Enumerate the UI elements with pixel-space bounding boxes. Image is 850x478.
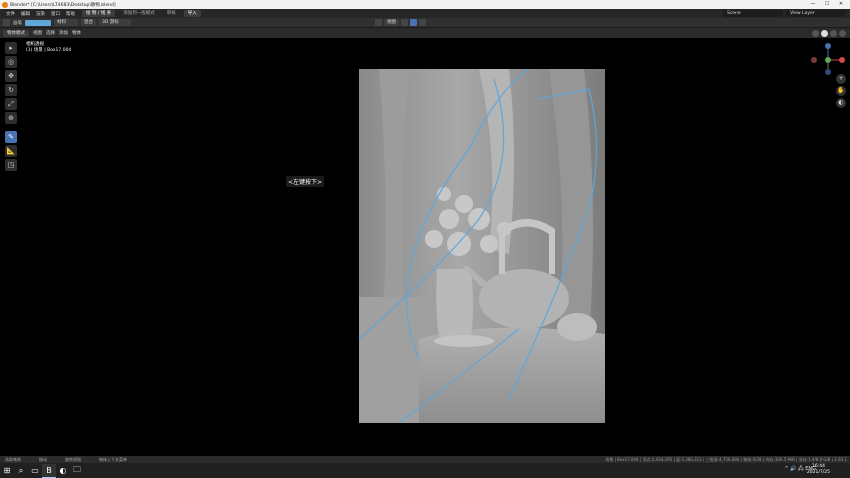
explorer-taskbar-icon[interactable]: 🗀 [70, 464, 84, 478]
transform-tool-icon[interactable]: ⊕ [5, 112, 17, 124]
window-controls: — ☐ ✕ [806, 0, 848, 9]
gizmo-y-axis-icon[interactable] [825, 57, 831, 63]
placement-dropdown[interactable]: 3D 游标 [99, 19, 131, 26]
zoom-icon[interactable]: + [836, 74, 846, 84]
menu-file[interactable]: 文件 [3, 11, 18, 17]
search-icon[interactable]: ⌕ [14, 464, 28, 478]
window-title: Blender* [C:\Users\LT4683\Desktop\静物.ble… [10, 2, 116, 8]
top-menubar: 文件 编辑 渲染 窗口 帮助 绘 制 / 线 条 添加到一般模式 审核 导入 S… [0, 9, 850, 18]
select-tool-icon[interactable]: ▸ [5, 42, 17, 54]
snap-icon[interactable] [401, 19, 408, 26]
tool-shelf: ▸ ◎ ✥ ↻ ⤢ ⊕ ✎ 📐 ◳ [5, 42, 17, 171]
scale-tool-icon[interactable]: ⤢ [5, 98, 17, 110]
scene-selectors: Scene View Layer [723, 10, 846, 17]
solid-shading-icon[interactable] [821, 29, 828, 37]
color-swatch[interactable] [25, 19, 51, 26]
clock-date: 2021/7/25 [806, 470, 830, 475]
proportional-edit-icon[interactable] [410, 19, 417, 26]
menu-object[interactable]: 物体 [72, 30, 81, 36]
blend-dropdown[interactable]: 混合 [81, 19, 96, 26]
menu-add[interactable]: 添加 [59, 30, 68, 36]
view-dropdown[interactable]: 视图 [384, 19, 399, 26]
maximize-button[interactable]: ☐ [820, 0, 834, 9]
3d-viewport[interactable]: 相机透视 (1) 场景 | Box17.004 ▸ ◎ ✥ ↻ ⤢ ⊕ ✎ 📐 … [0, 38, 850, 456]
close-button[interactable]: ✕ [834, 0, 848, 9]
status-bar: 选取笔刷 移动 旋转视图 物体上下文菜单 场景 | Box17.004 | 顶点… [0, 456, 850, 463]
pan-hand-icon[interactable]: ✋ [836, 86, 846, 96]
menu-help[interactable]: 帮助 [63, 11, 78, 17]
plate [434, 335, 494, 347]
vase [436, 269, 473, 337]
brush-label: 画笔 [13, 20, 22, 26]
window-titlebar: Blender* [C:\Users\LT4683\Desktop\静物.ble… [0, 0, 850, 9]
blender-taskbar-icon[interactable]: B [42, 463, 56, 478]
menu-edit[interactable]: 编辑 [18, 11, 33, 17]
gizmo-z-axis-icon[interactable] [825, 43, 831, 49]
menu-view[interactable]: 视图 [33, 30, 42, 36]
material-shading-icon[interactable] [830, 29, 837, 37]
material-dropdown[interactable]: 材料 [54, 19, 78, 26]
viewport-header: 物体模式 视图 选择 添加 物体 [0, 28, 850, 38]
workspace-tab-review[interactable]: 审核 [163, 10, 180, 17]
move-tool-icon[interactable]: ✥ [5, 70, 17, 82]
measure-tool-icon[interactable]: 📐 [5, 145, 17, 157]
tool-settings-bar: 画笔 材料 混合 3D 游标 视图 [0, 18, 850, 28]
menu-render[interactable]: 渲染 [33, 11, 48, 17]
gizmo-neg-x-icon[interactable] [811, 57, 817, 63]
gizmo-x-axis-icon[interactable] [839, 57, 845, 63]
object-mode-dropdown[interactable]: 物体模式 [3, 29, 29, 37]
status-hint-rotate: 旋转视图 [65, 456, 81, 462]
minimize-button[interactable]: — [806, 0, 820, 9]
status-hint-context: 物体上下文菜单 [99, 456, 127, 462]
taskbar-clock[interactable]: 16:44 2021/7/25 [807, 464, 830, 476]
blender-logo-icon [2, 1, 8, 8]
start-button-icon[interactable]: ⊞ [0, 464, 14, 478]
status-hint-move: 移动 [39, 456, 47, 462]
camera-object-label: (1) 场景 | Box17.004 [26, 48, 72, 53]
overlay-icon[interactable] [419, 19, 426, 26]
workspace-tab-import[interactable]: 导入 [183, 10, 201, 17]
cursor-tool-icon[interactable]: ◎ [5, 56, 17, 68]
viewport-nav-buttons: + ✋ ◐ [836, 74, 846, 108]
gizmo-neg-z-icon[interactable] [825, 69, 831, 75]
workspace-tab-add[interactable]: 添加到一般模式 [119, 10, 159, 17]
workspace-tab-draw[interactable]: 绘 制 / 线 条 [82, 10, 116, 17]
teapot-body [479, 269, 569, 329]
snapping-group: 视图 [375, 19, 426, 26]
camera-frame-still-life [359, 69, 605, 423]
menu-window[interactable]: 窗口 [48, 11, 63, 17]
camera-info: 相机透视 (1) 场景 | Box17.004 [26, 42, 71, 54]
menu-select[interactable]: 选择 [46, 30, 55, 36]
windows-taskbar: ⊞ ⌕ ▭ B ◐ 🗀 ^ 🔊 🖧 ENG 16:44 2021/7/25 [0, 463, 850, 478]
rendered-shading-icon[interactable] [839, 29, 846, 37]
camera-view-icon[interactable]: ◐ [836, 98, 846, 108]
add-cube-tool-icon[interactable]: ◳ [5, 159, 17, 171]
scene-field[interactable]: Scene [723, 10, 783, 17]
task-view-icon[interactable]: ▭ [28, 464, 42, 478]
view-layer-field[interactable]: View Layer [786, 10, 846, 17]
shading-modes [812, 29, 846, 37]
keypress-hint: <左键按下> [286, 176, 325, 187]
teapot-lid [557, 313, 597, 341]
wireframe-shading-icon[interactable] [812, 29, 819, 37]
browser-taskbar-icon[interactable]: ◐ [56, 464, 70, 478]
brush-icon[interactable] [3, 19, 10, 26]
pivot-icon[interactable] [375, 19, 382, 26]
annotate-tool-icon[interactable]: ✎ [5, 131, 17, 143]
rotate-tool-icon[interactable]: ↻ [5, 84, 17, 96]
status-hint-select: 选取笔刷 [5, 456, 21, 462]
